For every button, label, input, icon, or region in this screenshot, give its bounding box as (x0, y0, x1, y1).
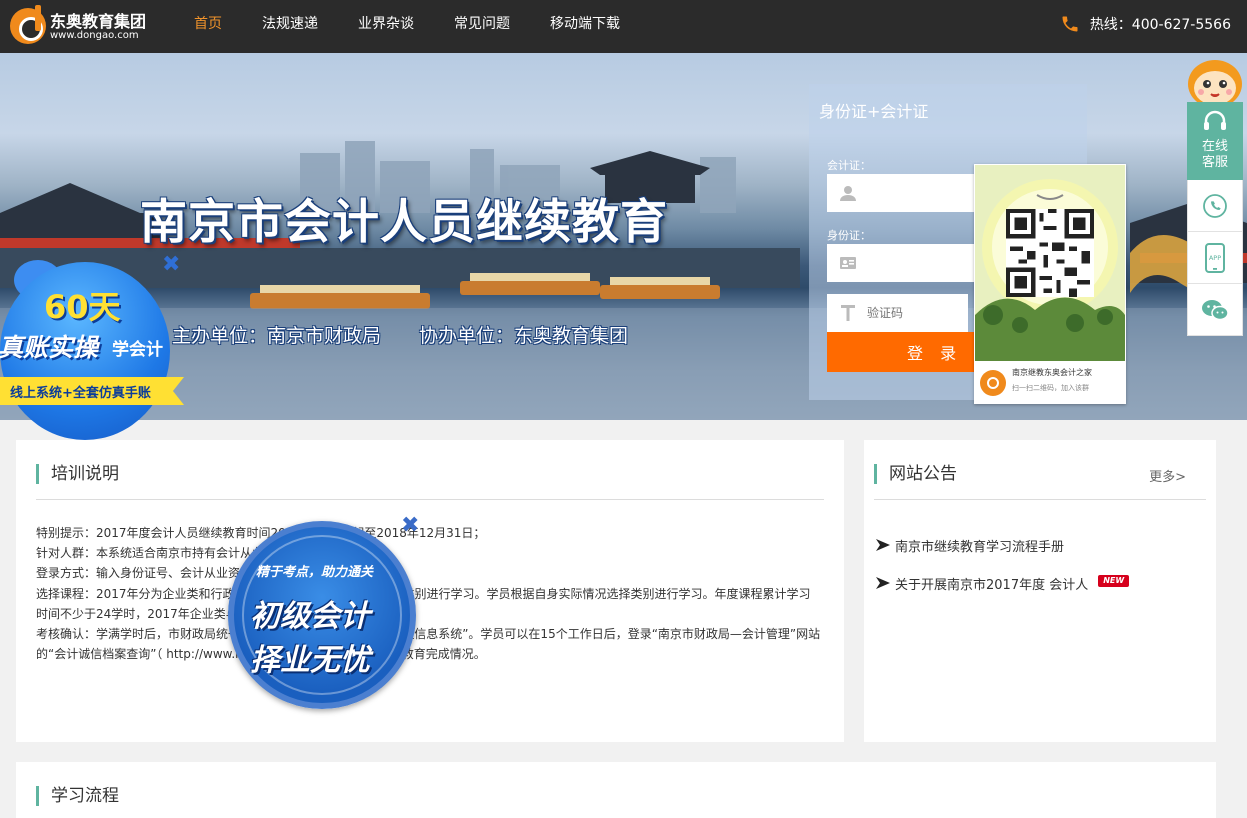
promo-chuji-line1: 初级会计 (250, 599, 370, 634)
training-line-assessment: 考核确认：学满学时后，市财政局统一将学时上报至“会计从业资格管理信息系统”。学员… (36, 627, 821, 642)
phone-icon (1203, 193, 1227, 218)
section-divider (874, 499, 1206, 500)
site-notice-panel: 网站公告 更多> 南京市继续教育学习流程手册 关于开展南京市2017年度 会计人… (864, 440, 1216, 742)
notice-item-text[interactable]: 南京市继续教育学习流程手册 (895, 536, 1064, 555)
notice-item-text[interactable]: 关于开展南京市2017年度 会计人 (895, 574, 1088, 593)
nav-item-industry-talk[interactable]: 业界杂谈 (338, 0, 434, 53)
side-wechat-button[interactable] (1187, 284, 1243, 336)
floating-service-bar: 在线 客服 APP (1187, 102, 1243, 336)
qr-group-logo-icon (980, 370, 1006, 396)
id-card-label: 身份证： (827, 229, 871, 242)
app-icon-label: APP (1209, 254, 1221, 262)
notice-more-link[interactable]: 更多> (1149, 466, 1186, 485)
nav-item-faq[interactable]: 常见问题 (434, 0, 530, 53)
logo-mark-icon (10, 5, 46, 44)
training-content: 特别提示：2017年度会计人员继续教育时间2018年1月1日起至2018年12月… (36, 523, 826, 664)
promo-60-close-icon[interactable]: ✖ (162, 254, 180, 276)
notice-item[interactable]: 南京市继续教育学习流程手册 (874, 536, 1129, 574)
brand-logo[interactable]: 东奥教育集团 www.dongao.com (10, 5, 160, 46)
user-icon (840, 186, 856, 201)
flow-section-title: 学习流程 (36, 786, 119, 806)
nav-item-mobile-download[interactable]: 移动端下载 (530, 0, 640, 53)
promo-chuji-line2: 择业无忧 (250, 643, 370, 678)
banner-organizers: 主办单位：南京市财政局 协办单位：东奥教育集团 (172, 325, 629, 347)
online-service-button[interactable]: 在线 客服 (1187, 102, 1243, 180)
main-nav: 首页 法规速递 业界杂谈 常见问题 移动端下载 (174, 0, 640, 53)
accounting-cert-label: 会计证： (827, 159, 871, 172)
promo-chuji-slogan: 精于考点，助力通关 (256, 565, 374, 580)
side-phone-button[interactable] (1187, 180, 1243, 232)
promo-60-main-text: 真账实操 (0, 333, 99, 362)
hotline-text: 热线：400-627-5566 (1089, 17, 1231, 33)
logo-name: 东奥教育集团 (50, 12, 147, 31)
study-flow-panel: 学习流程 (16, 762, 1216, 818)
training-line-audience: 针对人群：本系统适合南京市持有会计从业资格证书的人员； (36, 546, 361, 561)
arrow-right-icon (876, 577, 890, 589)
section-divider (36, 499, 824, 500)
training-line-tip: 特别提示：2017年度会计人员继续教育时间2018年1月1日起至2018年12月… (36, 526, 486, 540)
banner-title: 南京市会计人员继续教育 (140, 195, 668, 250)
qr-group-hint: 扫一扫二维码，加入该群 (1012, 384, 1089, 392)
qr-code-image (1006, 209, 1094, 297)
nav-item-home[interactable]: 首页 (174, 0, 242, 53)
training-info-panel: 培训说明 特别提示：2017年度会计人员继续教育时间2018年1月1日起至201… (16, 440, 844, 742)
wechat-icon (1202, 299, 1229, 320)
promo-60-days-ad[interactable]: 60天 真账实操 学会计 线上系统+全套仿真手账 ✖ (0, 254, 190, 444)
app-icon: APP (1205, 242, 1225, 273)
side-app-button[interactable]: APP (1187, 232, 1243, 284)
training-line-courses-cont: 时间不少于24学时，2017年企业类与行政事业类课程互认； (36, 606, 358, 621)
login-title: 身份证+会计证 (819, 102, 929, 121)
training-section-title: 培训说明 (36, 464, 119, 484)
logo-domain: www.dongao.com (50, 30, 139, 41)
notice-item[interactable]: 关于开展南京市2017年度 会计人 NEW (874, 574, 1130, 612)
text-t-icon (841, 305, 855, 321)
promo-60-learn-text: 学会计 (112, 340, 163, 360)
training-line-assessment-cont: 的“会计诚信档案查询”（ http://www.njcz.gov.cn ）栏目，… (36, 647, 486, 662)
notice-list: 南京市继续教育学习流程手册 关于开展南京市2017年度 会计人 NEW (874, 536, 1130, 612)
qr-code-popup: 南京继教东奥会计之家 扫一扫二维码，加入该群 (974, 164, 1126, 404)
arrow-right-icon (876, 539, 890, 551)
new-badge: NEW (1098, 575, 1130, 587)
top-navbar: 东奥教育集团 www.dongao.com 首页 法规速递 业界杂谈 常见问题 … (0, 0, 1247, 53)
online-service-line2: 客服 (1201, 155, 1228, 170)
qr-background-art (975, 165, 1125, 361)
promo-chuji-close-icon[interactable]: ✖ (401, 515, 419, 537)
qr-group-name: 南京继教东奥会计之家 (1012, 368, 1092, 377)
training-line-login: 登录方式：输入身份证号、会计从业资格证号及验证码登录； (36, 566, 361, 581)
notice-section-title: 网站公告 (874, 464, 957, 484)
online-service-line1: 在线 (1201, 139, 1228, 154)
promo-junior-accountant-ad[interactable]: 精于考点，助力通关 初级会计 择业无忧 ✖ (228, 515, 428, 714)
hotline: 热线：400-627-5566 (1060, 13, 1231, 35)
phone-icon (1062, 16, 1078, 32)
promo-60-ribbon-text: 线上系统+全套仿真手账 (10, 386, 151, 401)
id-card-icon (840, 257, 856, 269)
promo-60-headline: 60天 (44, 288, 121, 326)
captcha-field[interactable] (827, 294, 1067, 332)
headset-icon (1204, 110, 1226, 130)
nav-item-regulations[interactable]: 法规速递 (242, 0, 338, 53)
training-line-courses: 选择课程：2017年分为企业类和行政事业类课程，请您根据自身所属类别进行学习。学… (36, 586, 811, 601)
